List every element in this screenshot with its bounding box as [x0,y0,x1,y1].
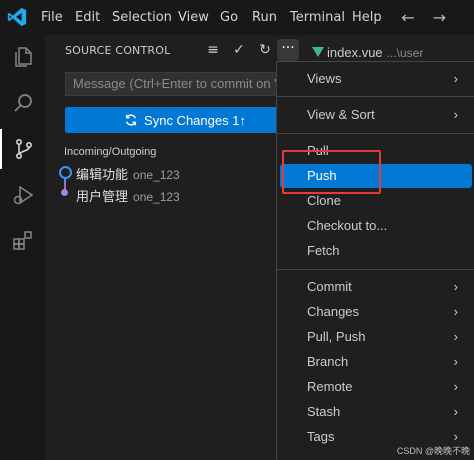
submenu-chevron-icon: › [453,107,458,122]
menu-item-pull-push[interactable]: Pull, Push › [280,325,472,349]
menu-terminal[interactable]: Terminal [290,0,345,35]
menu-item-checkout[interactable]: Checkout to... [280,214,472,238]
source-control-more-menu: Views › View & Sort › Pull Push Clone Chec… [276,61,474,460]
menu-edit[interactable]: Edit [75,0,100,35]
submenu-chevron-icon: › [453,379,458,394]
menu-item-branch[interactable]: Branch › [280,350,472,374]
menu-separator [277,269,474,270]
tab-filename: index.vue [327,45,383,60]
activity-bar [0,35,45,460]
submenu-chevron-icon: › [453,354,458,369]
extensions-button[interactable] [0,221,45,261]
incoming-outgoing-header[interactable]: Incoming/Outgoing [64,146,156,158]
menu-item-changes[interactable]: Changes › [280,300,472,324]
search-icon [13,94,32,112]
commit-row[interactable]: 编辑功能 one_123 [76,164,180,183]
submenu-chevron-icon: › [453,304,458,319]
graph-node-head [59,166,72,179]
submenu-chevron-icon: › [453,404,458,419]
vscode-logo-icon [7,7,27,27]
menu-run[interactable]: Run [252,0,277,35]
commit-author: one_123 [133,190,180,204]
more-actions-button[interactable]: ··· [277,39,299,61]
watermark: CSDN @晚晚不晚 [396,446,470,456]
run-debug-button[interactable] [0,175,45,215]
submenu-chevron-icon: › [453,71,458,86]
sync-icon [125,114,137,126]
vue-file-icon [312,47,324,57]
panel-title: SOURCE CONTROL [65,44,171,57]
commit-message: 用户管理 [76,189,129,204]
panel-actions: ≡ ✓ ↻ [205,42,273,62]
menu-item-views[interactable]: Views › [280,67,472,91]
submenu-chevron-icon: › [453,279,458,294]
menu-item-commit[interactable]: Commit › [280,275,472,299]
source-control-panel: SOURCE CONTROL ≡ ✓ ↻ ··· Message (Ctrl+E… [45,35,345,460]
sync-label: Sync Changes 1↑ [144,112,246,128]
search-button[interactable] [0,83,45,123]
commit-row[interactable]: 用户管理 one_123 [76,186,180,205]
menu-go[interactable]: Go [220,0,238,35]
menu-item-remote[interactable]: Remote › [280,375,472,399]
menu-file[interactable]: File [41,0,63,35]
menu-separator [277,133,474,134]
menu-separator [277,96,474,97]
explorer-button[interactable] [0,37,45,77]
menu-item-stash[interactable]: Stash › [280,400,472,424]
commit-check-icon[interactable]: ✓ [231,42,247,58]
menu-item-view-sort[interactable]: View & Sort › [280,103,472,127]
refresh-icon[interactable]: ↻ [257,42,273,58]
source-control-button[interactable] [0,129,45,169]
submenu-chevron-icon: › [453,329,458,344]
commit-author: one_123 [133,168,180,182]
source-control-icon [15,138,32,159]
extensions-icon [12,231,32,250]
files-icon [14,47,32,67]
view-as-list-icon[interactable]: ≡ [205,42,221,58]
annotation-highlight-box [282,150,381,194]
menu-help[interactable]: Help [352,0,382,35]
navigation-arrows[interactable]: ←→ [401,0,464,35]
menu-item-fetch[interactable]: Fetch [280,239,472,263]
commit-message: 编辑功能 [76,167,129,182]
run-debug-icon [13,185,33,205]
menu-selection[interactable]: Selection [112,0,172,35]
menu-view[interactable]: View [178,0,209,35]
tab-path: ...\user [386,46,424,60]
graph-node [61,189,68,196]
sync-changes-button[interactable]: Sync Changes 1↑ [65,107,305,133]
title-bar: File Edit Selection View Go Run Terminal… [0,0,474,35]
